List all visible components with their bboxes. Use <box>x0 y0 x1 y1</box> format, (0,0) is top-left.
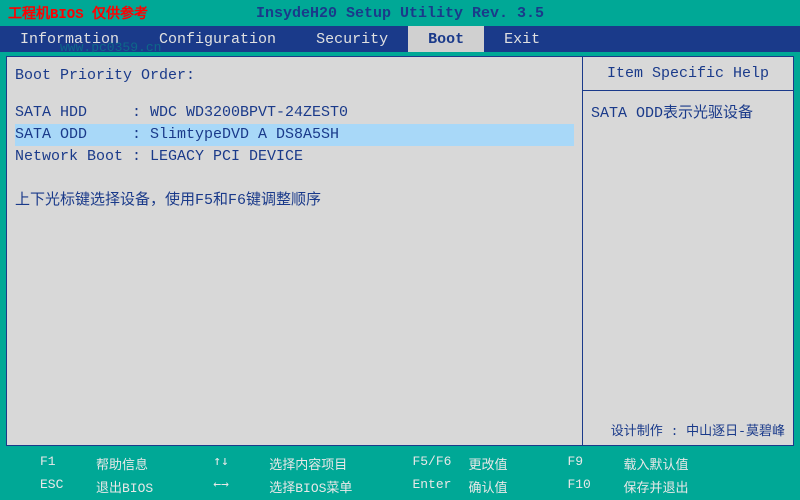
tab-configuration[interactable]: Configuration <box>139 26 296 52</box>
boot-priority-header: Boot Priority Order: <box>15 67 574 84</box>
key-f1: F1 <box>40 454 80 473</box>
keyhint-defaults: F9 载入默认值 <box>567 454 688 473</box>
keydesc-confirm: 确认值 <box>468 477 507 496</box>
keyhint-help: F1 帮助信息 <box>40 454 153 473</box>
boot-device-list: SATA HDD : WDC WD3200BPVT-24ZEST0SATA OD… <box>15 102 574 168</box>
keyhint-updown: ↑↓ 选择内容项目 <box>213 454 352 473</box>
content-area: Boot Priority Order: SATA HDD : WDC WD32… <box>0 52 800 450</box>
footer-keyhints: F1 帮助信息 ESC 退出BIOS ↑↓ 选择内容项目 ←→ 选择BIOS菜单… <box>0 450 800 500</box>
keydesc-change: 更改值 <box>468 454 507 473</box>
key-f10: F10 <box>567 477 607 496</box>
tab-bar: Information Configuration Security Boot … <box>0 26 800 52</box>
key-esc: ESC <box>40 477 80 496</box>
boot-device-row[interactable]: SATA ODD : SlimtypeDVD A DS8A5SH <box>15 124 574 146</box>
tab-exit[interactable]: Exit <box>484 26 560 52</box>
title-bar: 工程机BIOS 仅供参考 InsydeH20 Setup Utility Rev… <box>0 0 800 26</box>
key-enter: Enter <box>412 477 452 496</box>
tab-boot[interactable]: Boot <box>408 26 484 52</box>
tab-security[interactable]: Security <box>296 26 408 52</box>
boot-device-row[interactable]: Network Boot : LEGACY PCI DEVICE <box>15 146 574 168</box>
key-f5f6: F5/F6 <box>412 454 452 473</box>
keyhint-save: F10 保存并退出 <box>567 477 688 496</box>
key-f9: F9 <box>567 454 607 473</box>
keydesc-exit: 退出BIOS <box>96 477 153 496</box>
keyhint-leftright: ←→ 选择BIOS菜单 <box>213 477 352 496</box>
utility-title: InsydeH20 Setup Utility Rev. 3.5 <box>256 5 544 22</box>
help-text: SATA ODD表示光驱设备 <box>591 105 753 122</box>
credit-text: 设计制作 : 中山逐日-莫碧峰 <box>591 420 785 439</box>
help-title: Item Specific Help <box>583 57 793 91</box>
keyhint-change: F5/F6 更改值 <box>412 454 507 473</box>
tab-information[interactable]: Information <box>0 26 139 52</box>
keyhint-exit: ESC 退出BIOS <box>40 477 153 496</box>
keydesc-select-menu: 选择BIOS菜单 <box>269 477 352 496</box>
keydesc-defaults: 载入默认值 <box>623 454 688 473</box>
keyhint-enter: Enter 确认值 <box>412 477 507 496</box>
keydesc-help: 帮助信息 <box>96 454 148 473</box>
updown-arrow-icon: ↑↓ <box>213 454 253 473</box>
content-frame: Boot Priority Order: SATA HDD : WDC WD32… <box>6 56 794 446</box>
leftright-arrow-icon: ←→ <box>213 477 253 496</box>
main-panel: Boot Priority Order: SATA HDD : WDC WD32… <box>7 57 583 445</box>
help-panel: Item Specific Help SATA ODD表示光驱设备 设计制作 :… <box>583 57 793 445</box>
help-body: SATA ODD表示光驱设备 设计制作 : 中山逐日-莫碧峰 <box>583 91 793 445</box>
boot-device-row[interactable]: SATA HDD : WDC WD3200BPVT-24ZEST0 <box>15 102 574 124</box>
keydesc-select-item: 选择内容项目 <box>269 454 347 473</box>
reference-warning: 工程机BIOS 仅供参考 <box>0 3 148 23</box>
keydesc-save-exit: 保存并退出 <box>623 477 688 496</box>
instruction-text: 上下光标键选择设备，使用F5和F6键调整顺序 <box>15 188 574 209</box>
